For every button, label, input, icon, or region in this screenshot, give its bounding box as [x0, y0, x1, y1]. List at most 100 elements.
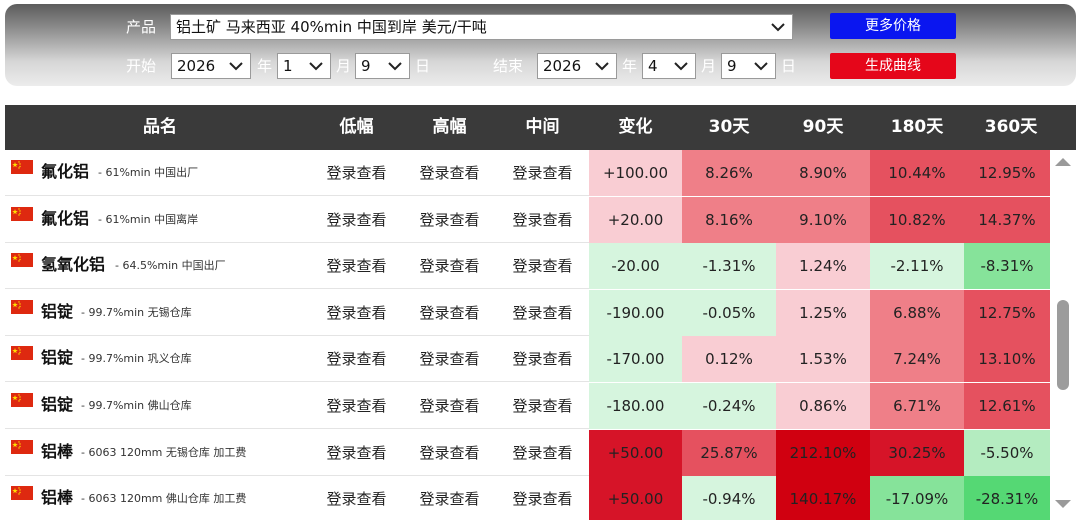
product-name[interactable]: 铝棒 — [41, 430, 73, 474]
percent-change-cell: 6.71% — [870, 383, 964, 429]
change-cell: -180.00 — [589, 383, 682, 429]
scroll-down-arrow-icon[interactable] — [1055, 498, 1071, 510]
login-to-view-cell[interactable]: 登录查看 — [310, 383, 403, 429]
product-name[interactable]: 氢氧化铝 — [41, 243, 105, 287]
percent-change-cell: 6.88% — [870, 289, 964, 336]
table-header: 品名 低幅 高幅 中间 变化 30天 90天 180天 360天 — [5, 105, 1076, 150]
chevron-down-icon — [388, 62, 402, 71]
login-to-view-cell[interactable]: 登录查看 — [496, 383, 589, 429]
table-row[interactable]: 铝棒 - 6063 120mm 佛山仓库 加工费 登录查看 登录查看 登录查看 +50.0… — [5, 476, 1050, 520]
login-to-view-cell[interactable]: 登录查看 — [310, 243, 403, 289]
end-month-select[interactable]: 4 — [642, 53, 696, 79]
scroll-up-arrow-icon[interactable] — [1055, 156, 1071, 168]
start-month-select[interactable]: 1 — [277, 53, 331, 79]
percent-change-cell: 7.24% — [870, 336, 964, 383]
product-name[interactable]: 铝锭 — [41, 336, 73, 380]
login-to-view-cell[interactable]: 登录查看 — [496, 290, 589, 336]
login-to-view-cell[interactable]: 登录查看 — [496, 197, 589, 243]
login-to-view-cell[interactable]: 登录查看 — [403, 290, 496, 336]
product-spec: - 99.7%min 巩义仓库 — [81, 352, 192, 366]
percent-change-cell: -5.50% — [964, 429, 1050, 476]
header-360d: 360天 — [984, 117, 1038, 137]
end-month-unit: 月 — [701, 57, 717, 75]
product-name[interactable]: 氟化铝 — [41, 150, 89, 194]
china-flag-icon — [11, 299, 33, 314]
header-30d: 30天 — [708, 117, 750, 137]
chevron-down-icon — [595, 62, 609, 71]
table-row[interactable]: 氟化铝 - 61%min 中国出厂 登录查看 登录查看 登录查看 +100.00 8.26%… — [5, 150, 1050, 196]
table-row[interactable]: 铝锭 - 99.7%min 巩义仓库 登录查看 登录查看 登录查看 -170.00 0.12… — [5, 336, 1050, 383]
table-row[interactable]: 氟化铝 - 61%min 中国离岸 登录查看 登录查看 登录查看 +20.00 8.16% 9… — [5, 196, 1050, 243]
login-to-view-cell[interactable]: 登录查看 — [310, 197, 403, 243]
table-row[interactable]: 铝棒 - 6063 120mm 无锡仓库 加工费 登录查看 登录查看 登录查看 +50.0… — [5, 429, 1050, 476]
login-to-view-cell[interactable]: 登录查看 — [403, 197, 496, 243]
china-flag-icon — [11, 346, 33, 361]
more-prices-button[interactable]: 更多价格 — [830, 13, 956, 39]
start-label: 开始 — [126, 57, 157, 75]
login-to-view-cell[interactable]: 登录查看 — [403, 430, 496, 476]
percent-change-cell: -1.31% — [682, 243, 776, 290]
start-year-select[interactable]: 2026 — [171, 53, 251, 79]
product-select-value: 铝土矿 马来西亚 40%min 中国到岸 美元/干吨 — [176, 18, 487, 36]
product-name-cell: 铝棒 - 6063 120mm 佛山仓库 加工费 — [5, 476, 315, 520]
change-cell: +20.00 — [589, 196, 682, 243]
start-month-unit: 月 — [336, 57, 352, 75]
table-row[interactable]: 铝锭 - 99.7%min 无锡仓库 登录查看 登录查看 登录查看 -190.00 -0.0… — [5, 289, 1050, 336]
product-select[interactable]: 铝土矿 马来西亚 40%min 中国到岸 美元/干吨 — [170, 14, 793, 40]
login-to-view-cell[interactable]: 登录查看 — [403, 243, 496, 289]
china-flag-icon — [11, 486, 33, 501]
end-label: 结束 — [493, 57, 524, 75]
change-cell: -170.00 — [589, 336, 682, 383]
header-90d: 90天 — [802, 117, 844, 137]
start-day-select[interactable]: 9 — [355, 53, 410, 79]
header-name: 品名 — [143, 117, 177, 137]
login-to-view-cell[interactable]: 登录查看 — [310, 476, 403, 520]
start-day-value: 9 — [361, 57, 371, 75]
login-to-view-cell[interactable]: 登录查看 — [403, 336, 496, 382]
login-to-view-cell[interactable]: 登录查看 — [496, 476, 589, 520]
percent-change-cell: 13.10% — [964, 336, 1050, 383]
login-to-view-cell[interactable]: 登录查看 — [403, 150, 496, 196]
end-year-select[interactable]: 2026 — [537, 53, 617, 79]
login-to-view-cell[interactable]: 登录查看 — [310, 150, 403, 196]
start-year-value: 2026 — [177, 57, 216, 75]
generate-curve-button[interactable]: 生成曲线 — [830, 53, 956, 79]
login-to-view-cell[interactable]: 登录查看 — [496, 243, 589, 289]
product-name[interactable]: 铝棒 — [41, 476, 73, 520]
login-to-view-cell[interactable]: 登录查看 — [403, 383, 496, 429]
login-to-view-cell[interactable]: 登录查看 — [310, 336, 403, 382]
table-scrollbar[interactable] — [1050, 150, 1076, 520]
login-to-view-cell[interactable]: 登录查看 — [496, 336, 589, 382]
percent-change-cell: 9.10% — [776, 196, 870, 243]
login-to-view-cell[interactable]: 登录查看 — [310, 290, 403, 336]
percent-change-cell: 12.61% — [964, 383, 1050, 429]
product-spec: - 99.7%min 佛山仓库 — [81, 399, 192, 412]
product-name-cell: 铝锭 - 99.7%min 无锡仓库 — [5, 290, 315, 336]
percent-change-cell: 10.82% — [870, 196, 964, 243]
percent-change-cell: -0.05% — [682, 289, 776, 336]
chevron-down-icon — [754, 62, 768, 71]
percent-change-cell: -0.94% — [682, 476, 776, 520]
change-cell: +100.00 — [589, 150, 682, 196]
product-name[interactable]: 氟化铝 — [41, 197, 89, 241]
end-month-value: 4 — [648, 57, 658, 75]
login-to-view-cell[interactable]: 登录查看 — [496, 150, 589, 196]
product-name[interactable]: 铝锭 — [41, 383, 73, 427]
end-year-value: 2026 — [543, 57, 582, 75]
product-name-cell: 氟化铝 - 61%min 中国离岸 — [5, 197, 315, 243]
table-row[interactable]: 铝锭 - 99.7%min 佛山仓库 登录查看 登录查看 登录查看 -180.00 -0.2… — [5, 383, 1050, 429]
scrollbar-thumb[interactable] — [1057, 300, 1069, 390]
change-cell: +50.00 — [589, 429, 682, 476]
change-cell: -190.00 — [589, 289, 682, 336]
product-name-cell: 铝锭 - 99.7%min 佛山仓库 — [5, 383, 315, 429]
china-flag-icon — [11, 253, 33, 268]
china-flag-icon — [11, 160, 33, 174]
header-low: 低幅 — [339, 117, 374, 137]
percent-change-cell: -17.09% — [870, 476, 964, 520]
login-to-view-cell[interactable]: 登录查看 — [310, 430, 403, 476]
product-name[interactable]: 铝锭 — [41, 290, 73, 334]
end-day-select[interactable]: 9 — [721, 53, 776, 79]
table-row[interactable]: 氢氧化铝 - 64.5%min 中国出厂 登录查看 登录查看 登录查看 -20.00 -1.… — [5, 243, 1050, 290]
login-to-view-cell[interactable]: 登录查看 — [496, 430, 589, 476]
login-to-view-cell[interactable]: 登录查看 — [403, 476, 496, 520]
